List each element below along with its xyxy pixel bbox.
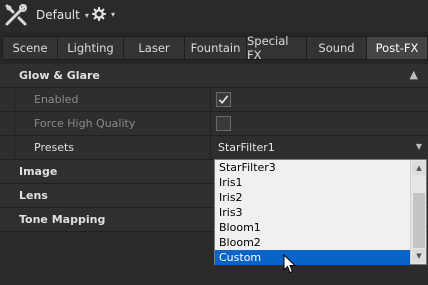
- indent-guide: [14, 136, 15, 160]
- scrollbar-thumb[interactable]: [413, 193, 425, 248]
- force-high-quality-checkbox[interactable]: [216, 116, 231, 131]
- property-row-force-high-quality: Force High Quality: [0, 112, 428, 136]
- tab-bar: Scene Lighting Laser Fountain Special FX…: [2, 34, 428, 62]
- section-label: Tone Mapping: [19, 213, 106, 226]
- presets-combobox[interactable]: StarFilter1: [218, 141, 275, 154]
- tab-post-fx[interactable]: Post-FX: [366, 36, 428, 60]
- property-row-enabled: Enabled: [0, 88, 428, 112]
- indent-guide: [14, 112, 15, 136]
- chevron-down-icon[interactable]: ▼: [416, 142, 422, 151]
- column-divider: [210, 88, 211, 112]
- mouse-cursor-icon: [283, 254, 297, 274]
- tab-fountain[interactable]: Fountain: [184, 36, 246, 60]
- top-toolbar: Default ▾ ▾: [0, 0, 428, 32]
- section-label: Lens: [19, 189, 48, 202]
- property-label: Presets: [34, 141, 75, 154]
- indent-guide: [14, 88, 15, 112]
- settings-menu[interactable]: ▾: [92, 6, 115, 22]
- collapse-icon[interactable]: ▲: [410, 68, 418, 81]
- property-label: Force High Quality: [34, 117, 136, 130]
- column-divider: [210, 112, 211, 136]
- dropdown-option[interactable]: Iris1: [215, 175, 410, 190]
- scroll-up-icon[interactable]: ▲: [412, 161, 426, 175]
- preset-menu[interactable]: Default ▾: [36, 7, 89, 23]
- property-row-presets: Presets StarFilter1 ▼: [0, 136, 428, 160]
- dropdown-scrollbar[interactable]: ▲ ▼: [410, 160, 426, 264]
- tab-special-fx[interactable]: Special FX: [246, 34, 306, 62]
- tools-icon[interactable]: [4, 3, 28, 27]
- gear-icon: [92, 7, 106, 21]
- dropdown-option[interactable]: Bloom2: [215, 235, 410, 250]
- dropdown-option[interactable]: Bloom1: [215, 220, 410, 235]
- dropdown-option-selected[interactable]: Custom: [215, 250, 410, 265]
- tab-laser[interactable]: Laser: [123, 36, 184, 60]
- section-glow-glare[interactable]: Glow & Glare ▲: [0, 64, 428, 88]
- dropdown-option[interactable]: Iris3: [215, 205, 410, 220]
- tab-lighting[interactable]: Lighting: [57, 36, 123, 60]
- chevron-down-icon: ▾: [111, 9, 116, 19]
- enabled-checkbox[interactable]: [216, 92, 231, 107]
- chevron-down-icon: ▾: [84, 10, 89, 20]
- preset-menu-label: Default: [36, 8, 80, 22]
- presets-dropdown-list[interactable]: StarFilter3 Iris1 Iris2 Iris3 Bloom1 Blo…: [214, 159, 427, 265]
- tab-sound[interactable]: Sound: [306, 36, 366, 60]
- dropdown-option[interactable]: Iris2: [215, 190, 410, 205]
- scroll-down-icon[interactable]: ▼: [412, 249, 426, 263]
- property-label: Enabled: [34, 93, 79, 106]
- checkmark-icon: [218, 95, 229, 104]
- dropdown-option[interactable]: StarFilter3: [215, 160, 410, 175]
- dropdown-options: StarFilter3 Iris1 Iris2 Iris3 Bloom1 Blo…: [215, 160, 410, 265]
- section-label: Image: [19, 165, 58, 178]
- section-label: Glow & Glare: [19, 69, 100, 82]
- tab-scene[interactable]: Scene: [2, 36, 57, 60]
- column-divider: [210, 136, 211, 160]
